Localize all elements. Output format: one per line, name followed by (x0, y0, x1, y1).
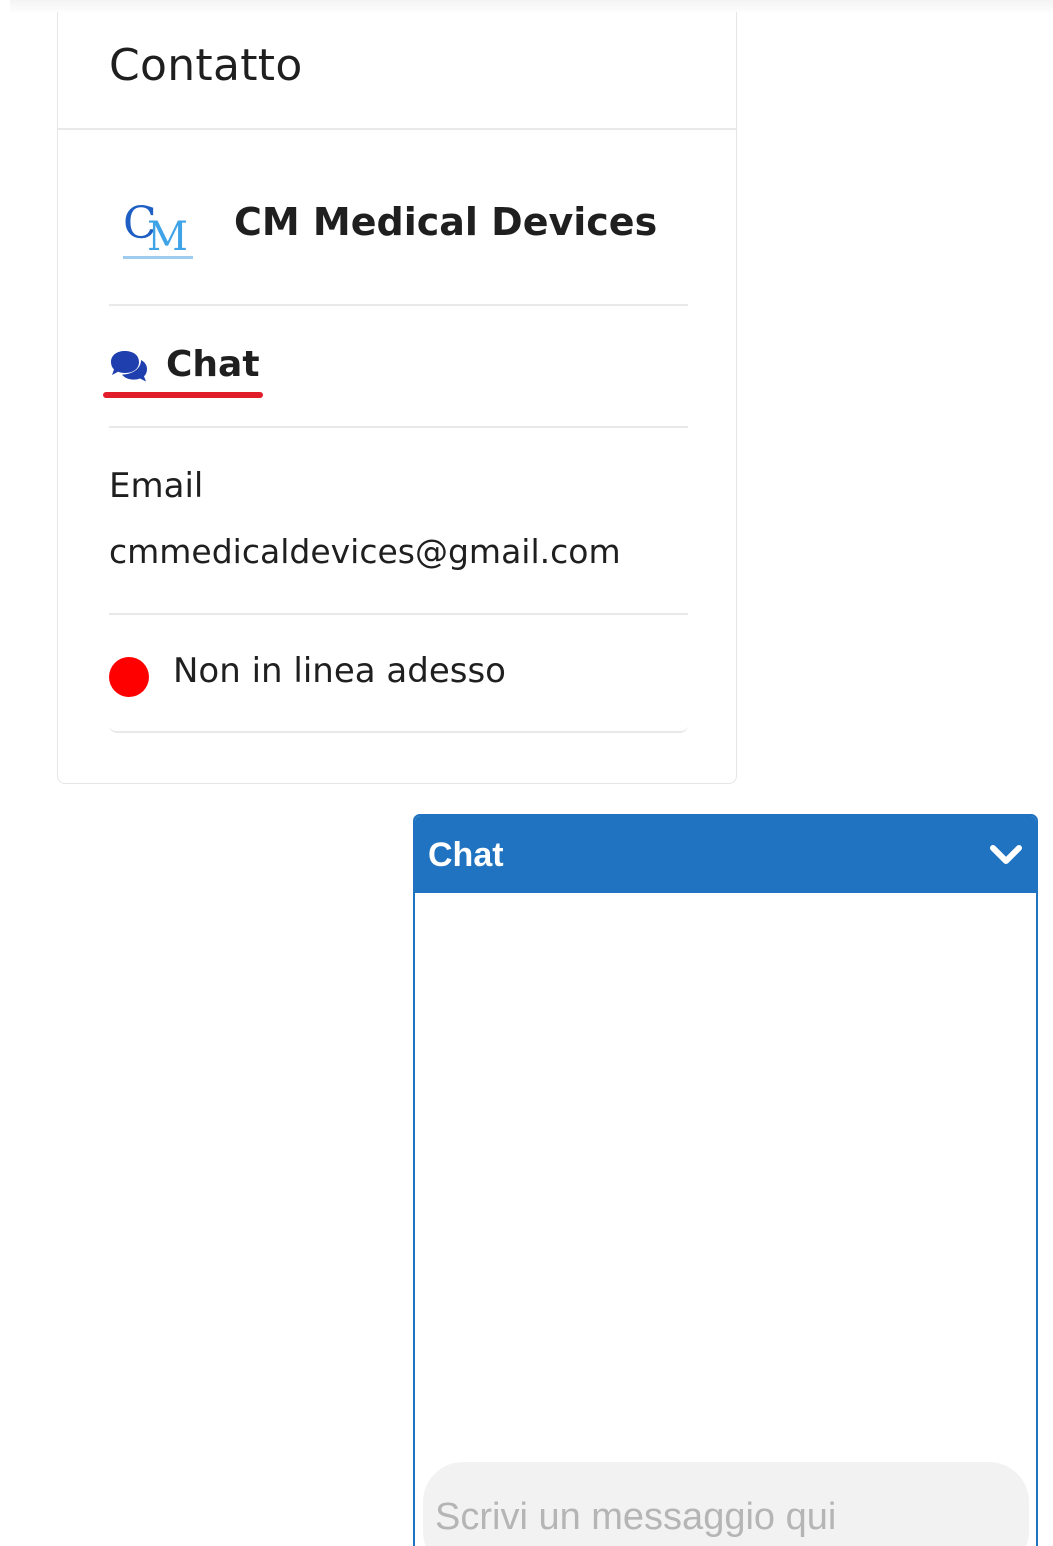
chat-link[interactable]: Chat (103, 338, 263, 400)
email-row: Email cmmedicaldevices@gmail.com (109, 428, 688, 615)
chat-label: Chat (166, 344, 260, 385)
card-header: Contatto (58, 12, 736, 130)
offline-status-dot (109, 657, 149, 697)
card-title: Contatto (109, 40, 303, 91)
company-name: CM Medical Devices (234, 200, 658, 244)
company-row: C M CM Medical Devices (109, 158, 688, 306)
chat-widget: Chat (413, 814, 1038, 1546)
chat-bubbles-icon (111, 351, 147, 382)
chat-row: Chat (103, 308, 688, 428)
chat-widget-title: Chat (428, 836, 504, 874)
page: Contatto C M CM Medical Devices Chat Ema… (0, 0, 1053, 1546)
chat-message-input[interactable] (423, 1462, 1029, 1546)
status-text: Non in linea adesso (173, 651, 506, 691)
chat-active-underline (103, 392, 263, 398)
email-address[interactable]: cmmedicaldevices@gmail.com (109, 532, 621, 571)
contact-card: Contatto C M CM Medical Devices Chat Ema… (57, 12, 737, 784)
cm-medical-devices-logo: C M (123, 198, 193, 260)
chat-message-area (415, 893, 1036, 1453)
status-row: Non in linea adesso (109, 615, 688, 733)
svg-text:M: M (147, 214, 188, 260)
chevron-down-icon[interactable] (988, 842, 1024, 868)
chat-widget-header[interactable]: Chat (415, 816, 1036, 893)
email-label: Email (109, 466, 204, 506)
